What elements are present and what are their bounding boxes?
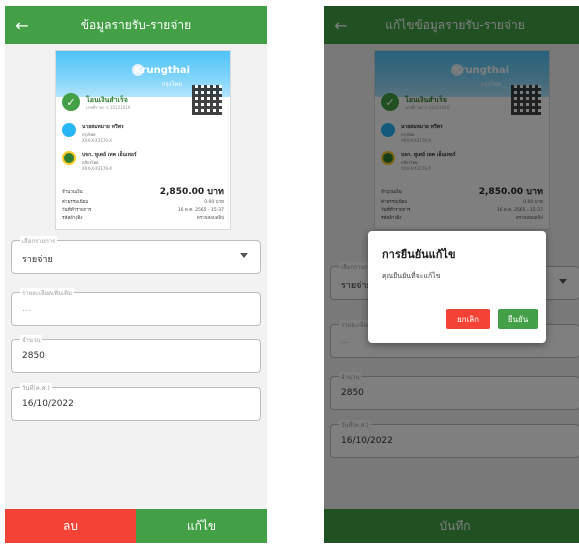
success-check-icon: ✓ bbox=[62, 93, 80, 111]
amount-input[interactable]: จำนวน 2850 bbox=[11, 335, 261, 373]
sender-account: XXX-X-X3176-X bbox=[82, 138, 112, 143]
slip-row-value: 16 ต.ค. 2565 - 15:37 bbox=[177, 207, 224, 213]
slip-details: จำนวนเงิน 2,850.00 บาท ค่าธรรมเนียม 0.00… bbox=[62, 185, 224, 221]
slip-row: วันที่ทำรายการ 16 ต.ค. 2565 - 15:37 bbox=[62, 205, 224, 213]
field-label: จำนวน bbox=[20, 335, 43, 345]
bank-name: Krungthai bbox=[133, 65, 190, 76]
confirm-dialog: การยืนยันแก้ไข คุณยืนยันที่จะแก้ไข ยกเลิ… bbox=[368, 231, 546, 343]
receiver-bank-icon bbox=[62, 151, 76, 165]
slip-row-value: 0.00 บาท bbox=[204, 199, 224, 205]
confirm-button[interactable]: ยืนยัน bbox=[498, 309, 538, 329]
detail-screen: ← ข้อมูลรายรับ-รายจ่าย Krungthai กรุงไทย… bbox=[5, 6, 267, 543]
receiver-bank: กสิกรไทย bbox=[82, 160, 99, 165]
slip-row: จำนวนเงิน 2,850.00 บาท bbox=[62, 185, 224, 197]
field-label: เลือกรายการ bbox=[20, 236, 58, 246]
sender-name: นายสมหมาย ทวีพร bbox=[82, 124, 124, 130]
sender: นายสมหมาย ทวีพร กรุงไทย XXX-X-X3176-X bbox=[62, 123, 124, 143]
receiver-account: XXX-X-X3176-X bbox=[82, 166, 112, 171]
cancel-button[interactable]: ยกเลิก bbox=[446, 309, 490, 329]
app-bar: ← ข้อมูลรายรับ-รายจ่าย bbox=[5, 6, 267, 44]
bottom-bar: ลบ แก้ไข bbox=[5, 509, 267, 543]
slip-row-value: ตรวจสอบสลิป bbox=[196, 215, 224, 221]
field-label: วันที่(ค.ศ.) bbox=[20, 383, 52, 393]
slip-row-label: ค่าธรรมเนียม bbox=[62, 199, 89, 205]
edit-screen: ← แก้ไขข้อมูลรายรับ-รายจ่าย Krungthai กร… bbox=[324, 6, 579, 543]
bank-name-thai: กรุงไทย bbox=[161, 81, 182, 88]
transfer-slip-image: Krungthai กรุงไทย ✓ โอนเงินสำเร็จ เลขที่… bbox=[55, 50, 231, 230]
slip-row-label: วันที่ทำรายการ bbox=[62, 207, 92, 213]
slip-row-value: 2,850.00 บาท bbox=[159, 187, 224, 197]
details-input[interactable]: รายละเอียดเพิ่มเติม ... bbox=[11, 288, 261, 326]
slip-row: รหัสอ้างอิง ตรวจสอบสลิป bbox=[62, 213, 224, 221]
receiver-name: บจก. ทูเดย์ เทค เอ็นเทอร์ bbox=[82, 152, 137, 158]
type-select[interactable]: เลือกรายการ รายจ่าย bbox=[11, 236, 261, 274]
dropdown-caret-icon[interactable] bbox=[240, 253, 248, 258]
slip-row-label: รหัสอ้างอิง bbox=[62, 215, 83, 221]
sender-bank: กรุงไทย bbox=[82, 132, 96, 137]
sender-bank-icon bbox=[62, 123, 76, 137]
page-title: ข้อมูลรายรับ-รายจ่าย bbox=[80, 17, 192, 32]
delete-button[interactable]: ลบ bbox=[5, 509, 136, 543]
field-label: รายละเอียดเพิ่มเติม bbox=[20, 288, 74, 298]
dialog-title: การยืนยันแก้ไข bbox=[382, 248, 456, 261]
qr-code-icon bbox=[192, 85, 222, 115]
slip-row-label: จำนวนเงิน bbox=[62, 189, 83, 195]
field-value: 16/10/2022 bbox=[22, 399, 74, 409]
field-value: 2850 bbox=[22, 351, 45, 361]
receiver: บจก. ทูเดย์ เทค เอ็นเทอร์ กสิกรไทย XXX-X… bbox=[62, 151, 137, 171]
back-arrow-icon[interactable]: ← bbox=[5, 16, 39, 35]
date-input[interactable]: วันที่(ค.ศ.) 16/10/2022 bbox=[11, 383, 261, 421]
edit-button[interactable]: แก้ไข bbox=[136, 509, 267, 543]
dialog-message: คุณยืนยันที่จะแก้ไข bbox=[382, 272, 441, 280]
field-value: ... bbox=[22, 304, 31, 314]
field-value: รายจ่าย bbox=[22, 255, 53, 265]
slip-ref: เลขที่รายการ 20221016 bbox=[86, 105, 131, 110]
slip-row: ค่าธรรมเนียม 0.00 บาท bbox=[62, 197, 224, 205]
